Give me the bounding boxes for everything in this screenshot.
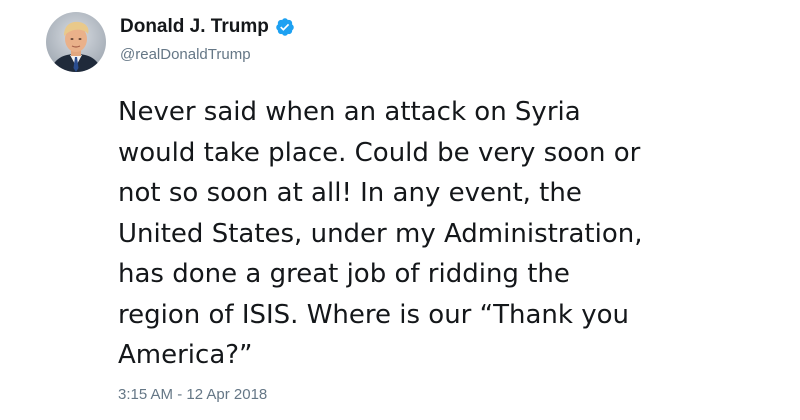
tweet-card: Donald J. Trump @realDonaldTrump Never s…: [0, 0, 800, 420]
display-name[interactable]: Donald J. Trump: [120, 16, 269, 38]
avatar[interactable]: [46, 12, 106, 72]
tweet-timestamp[interactable]: 3:15 AM - 12 Apr 2018: [118, 386, 267, 403]
avatar-image: [46, 12, 106, 72]
tweet-text: Never said when an attack on Syria would…: [118, 97, 643, 370]
verified-icon: [275, 17, 295, 37]
user-handle[interactable]: @realDonaldTrump: [120, 46, 295, 63]
author-info: Donald J. Trump @realDonaldTrump: [120, 14, 295, 63]
name-row: Donald J. Trump: [120, 14, 295, 40]
